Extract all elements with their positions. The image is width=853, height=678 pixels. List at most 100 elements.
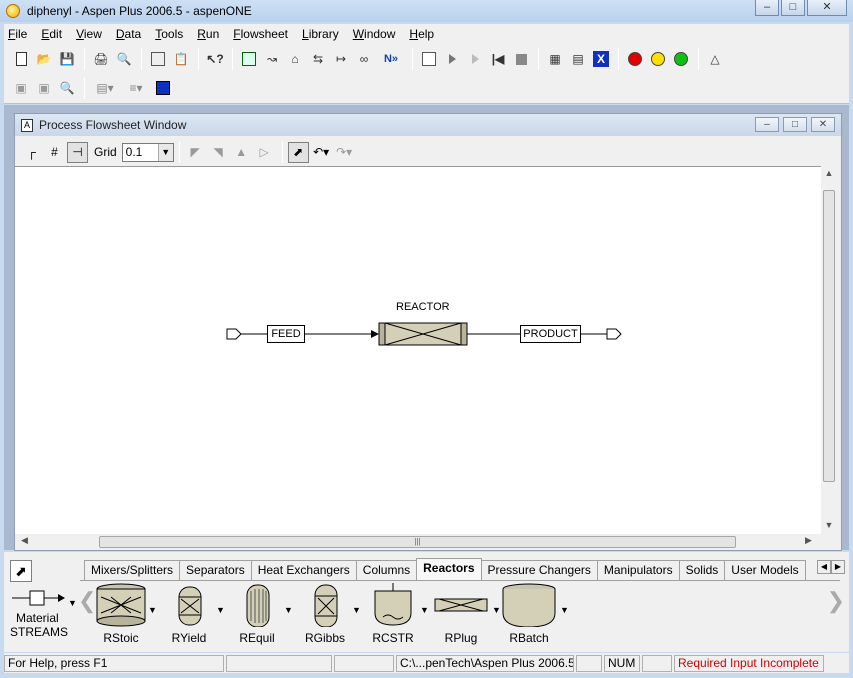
flowsheet-minimize-button[interactable]: – <box>755 117 779 132</box>
paste-icon[interactable]: 📋 <box>170 48 192 70</box>
menu-file[interactable]: File <box>8 27 27 41</box>
model-requil[interactable]: REquil ▼ <box>226 583 293 645</box>
menu-tools[interactable]: Tools <box>155 27 183 41</box>
reactor-block-label[interactable]: REACTOR <box>396 301 450 313</box>
save-icon[interactable]: 💾 <box>56 48 78 70</box>
run-icon[interactable] <box>441 48 463 70</box>
grid-icon[interactable]: # <box>44 142 65 163</box>
flowsheet-section-icon[interactable]: ≡▾ <box>121 77 151 99</box>
exchange-icon[interactable]: ▷ <box>254 142 275 163</box>
flowsheet-close-button[interactable]: ✕ <box>811 117 835 132</box>
grid-size-select[interactable]: 0.1 ▼ <box>121 142 174 162</box>
tab-mixers-splitters[interactable]: Mixers/Splitters <box>84 560 181 580</box>
results-icon[interactable]: ↦ <box>330 48 352 70</box>
tab-scroll-left-icon[interactable]: ◀ <box>817 560 831 574</box>
chevron-down-icon[interactable]: ▼ <box>284 605 293 615</box>
plot-icon[interactable]: ∞ <box>353 48 375 70</box>
select-pointer-icon[interactable]: ⬈ <box>287 141 309 163</box>
tab-heat-exchangers[interactable]: Heat Exchangers <box>250 560 357 580</box>
step-icon[interactable] <box>464 48 486 70</box>
model-rcstr[interactable]: RCSTR ▼ <box>362 583 429 645</box>
chevron-down-icon[interactable]: ▼ <box>352 605 361 615</box>
undo-icon[interactable]: ↶▾ <box>311 142 332 163</box>
input-icon[interactable]: ⇆ <box>307 48 329 70</box>
chevron-down-icon[interactable]: ▼ <box>148 605 157 615</box>
control-panel-icon[interactable] <box>418 48 440 70</box>
tab-columns[interactable]: Columns <box>355 560 418 580</box>
copy-icon[interactable] <box>147 48 169 70</box>
open-icon[interactable]: 📂 <box>33 48 55 70</box>
menu-flowsheet[interactable]: Flowsheet <box>233 27 288 41</box>
chevron-down-icon[interactable]: ▼ <box>420 605 429 615</box>
vertical-scrollbar[interactable]: ▲ ▼ <box>821 166 837 534</box>
model-ryield[interactable]: RYield ▼ <box>158 583 225 645</box>
reinit-icon[interactable]: |◀ <box>487 48 509 70</box>
model-rbatch[interactable]: RBatch ▼ <box>498 583 569 645</box>
section-icon[interactable]: ▤▾ <box>90 77 120 99</box>
data-browser-icon[interactable] <box>238 48 260 70</box>
close-button[interactable]: ✕ <box>807 0 847 16</box>
whats-this-icon[interactable]: ↖? <box>204 48 226 70</box>
menu-run[interactable]: Run <box>197 27 219 41</box>
scroll-down-icon[interactable]: ▼ <box>821 520 837 530</box>
help-icon[interactable]: △ <box>704 48 726 70</box>
model-rgibbs[interactable]: RGibbs ▼ <box>294 583 361 645</box>
horizontal-scroll-thumb[interactable]: ||| <box>99 536 736 548</box>
status-red-icon[interactable] <box>624 48 646 70</box>
tab-pressure-changers[interactable]: Pressure Changers <box>480 560 598 580</box>
menu-library[interactable]: Library <box>302 27 339 41</box>
print-icon[interactable]: 🖨 <box>90 48 112 70</box>
corner-icon[interactable]: ┌ <box>21 142 42 163</box>
model-rplug[interactable]: RPlug ▼ <box>430 583 501 645</box>
tab-solids[interactable]: Solids <box>678 560 726 580</box>
library-scroll-right-icon[interactable]: ❯ <box>827 588 845 614</box>
redo-icon[interactable]: ↷▾ <box>334 142 355 163</box>
streams-library-item[interactable]: Material STREAMS ▼ <box>10 588 77 639</box>
scroll-up-icon[interactable]: ▲ <box>821 168 837 178</box>
flip-icon[interactable]: ▲ <box>231 142 252 163</box>
menu-window[interactable]: Window <box>353 27 396 41</box>
chevron-down-icon[interactable]: ▼ <box>68 598 77 608</box>
flowsheet-restore-button[interactable]: □ <box>783 117 807 132</box>
print-preview-icon[interactable]: 🔍 <box>113 48 135 70</box>
check-results-icon[interactable]: X <box>590 48 612 70</box>
align-icon[interactable]: ▣ <box>33 77 55 99</box>
block-icon[interactable]: ⌂ <box>284 48 306 70</box>
menu-view[interactable]: View <box>76 27 102 41</box>
menu-data[interactable]: Data <box>116 27 141 41</box>
model-library-icon[interactable] <box>152 77 174 99</box>
tab-scroll-right-icon[interactable]: ▶ <box>831 560 845 574</box>
maximize-button[interactable]: □ <box>781 0 805 16</box>
next-icon[interactable]: N» <box>376 48 406 70</box>
stop-icon[interactable] <box>510 48 532 70</box>
menu-edit[interactable]: Edit <box>41 27 62 41</box>
chevron-down-icon[interactable]: ▼ <box>157 143 173 161</box>
minimize-button[interactable]: – <box>755 0 779 16</box>
chevron-down-icon[interactable]: ▼ <box>216 605 225 615</box>
snap-to-grid-icon[interactable]: ⊣ <box>67 141 88 163</box>
align-icon[interactable]: ▣ <box>10 77 32 99</box>
feed-stream-label[interactable]: FEED <box>267 325 305 343</box>
model-rstoic[interactable]: RStoic ▼ <box>90 583 157 645</box>
tab-manipulators[interactable]: Manipulators <box>596 560 680 580</box>
rotate-left-icon[interactable]: ◤ <box>185 142 206 163</box>
tab-separators[interactable]: Separators <box>179 560 252 580</box>
rotate-right-icon[interactable]: ◥ <box>208 142 229 163</box>
product-stream-label[interactable]: PRODUCT <box>520 325 581 343</box>
new-icon[interactable] <box>10 48 32 70</box>
tab-reactors[interactable]: Reactors <box>416 558 482 580</box>
library-select-pointer-icon[interactable]: ⬈ <box>10 560 32 582</box>
menu-help[interactable]: Help <box>409 27 434 41</box>
report-icon[interactable]: ▤ <box>567 48 589 70</box>
vertical-scroll-thumb[interactable] <box>823 190 835 482</box>
scroll-left-icon[interactable]: ◀ <box>21 535 28 546</box>
scroll-right-icon[interactable]: ▶ <box>805 535 812 546</box>
chevron-down-icon[interactable]: ▼ <box>560 605 569 615</box>
results-summary-icon[interactable]: ▦ <box>544 48 566 70</box>
status-yellow-icon[interactable] <box>647 48 669 70</box>
tab-user-models[interactable]: User Models <box>724 560 806 580</box>
zoom-icon[interactable]: 🔍 <box>56 77 78 99</box>
aspen-app-icon[interactable] <box>6 4 20 18</box>
status-green-icon[interactable] <box>670 48 692 70</box>
stream-icon[interactable]: ↝ <box>261 48 283 70</box>
